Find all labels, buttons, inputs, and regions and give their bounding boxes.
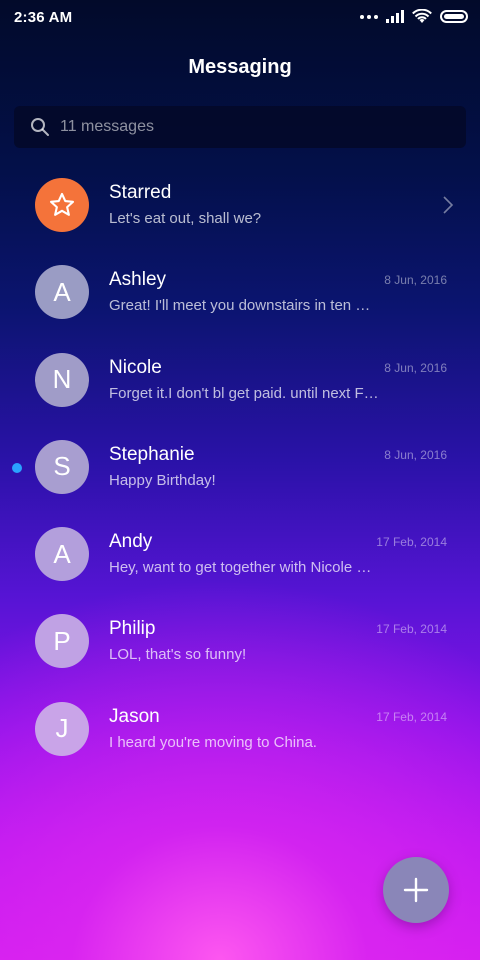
conversation-name: Philip [109,618,156,640]
new-message-button[interactable] [383,857,449,923]
list-item-andy[interactable]: A Andy Hey, want to get together with Ni… [0,511,480,598]
conversation-preview: LOL, that's so funny! [109,646,247,664]
status-icons [360,9,468,24]
status-bar: 2:36 AM [0,0,480,36]
list-item-stephanie[interactable]: S Stephanie Happy Birthday! 8 Jun, 2016 [0,424,480,511]
conversation-name: Starred [109,182,172,203]
conversation-preview: Happy Birthday! [109,471,216,489]
avatar: J [35,701,89,756]
battery-icon [440,10,468,23]
more-dots-icon [360,14,378,19]
conversation-date: 8 Jun, 2016 [384,273,447,288]
list-item-philip[interactable]: P Philip LOL, that's so funny! 17 Feb, 2… [0,598,480,685]
avatar: A [35,527,89,582]
page-title: Messaging [188,56,292,78]
search-bar[interactable]: 11 messages [14,106,466,148]
conversation-preview: Hey, want to get together with Nicole … [109,559,372,577]
conversation-date: 17 Feb, 2014 [376,535,447,550]
signal-icon [386,10,404,23]
conversation-list: Starred Let's eat out, shall we? A Ashle… [0,162,480,773]
list-item-starred[interactable]: Starred Let's eat out, shall we? [0,162,480,249]
starred-avatar [35,178,89,232]
conversation-date: 17 Feb, 2014 [376,622,447,637]
avatar: N [35,352,89,407]
conversation-preview: Let's eat out, shall we? [109,210,262,227]
search-input[interactable]: 11 messages [60,118,154,136]
conversation-name: Nicole [109,356,162,378]
conversation-date: 8 Jun, 2016 [384,447,447,462]
conversation-name: Jason [109,705,160,727]
unread-indicator [12,462,22,473]
avatar: P [35,614,89,669]
conversation-name: Ashley [109,269,167,291]
plus-icon [403,877,429,903]
avatar: S [35,439,89,494]
conversation-preview: Great! I'll meet you downstairs in ten … [109,297,371,315]
avatar: A [35,265,89,320]
conversation-date: 8 Jun, 2016 [384,360,447,375]
conversation-preview: Forget it.I don't bl get paid. until nex… [109,384,379,402]
conversation-name: Andy [109,531,153,553]
wifi-icon [412,9,432,23]
status-time: 2:36 AM [14,9,73,26]
list-item-ashley[interactable]: A Ashley Great! I'll meet you downstairs… [0,249,480,336]
conversation-name: Stephanie [109,443,195,465]
star-icon [49,192,75,216]
conversation-preview: I heard you're moving to China. [109,733,317,751]
list-item-jason[interactable]: J Jason I heard you're moving to China. … [0,686,480,773]
conversation-date: 17 Feb, 2014 [376,709,447,724]
list-item-nicole[interactable]: N Nicole Forget it.I don't bl get paid. … [0,337,480,424]
search-icon [31,118,49,136]
chevron-right-icon [443,196,454,214]
